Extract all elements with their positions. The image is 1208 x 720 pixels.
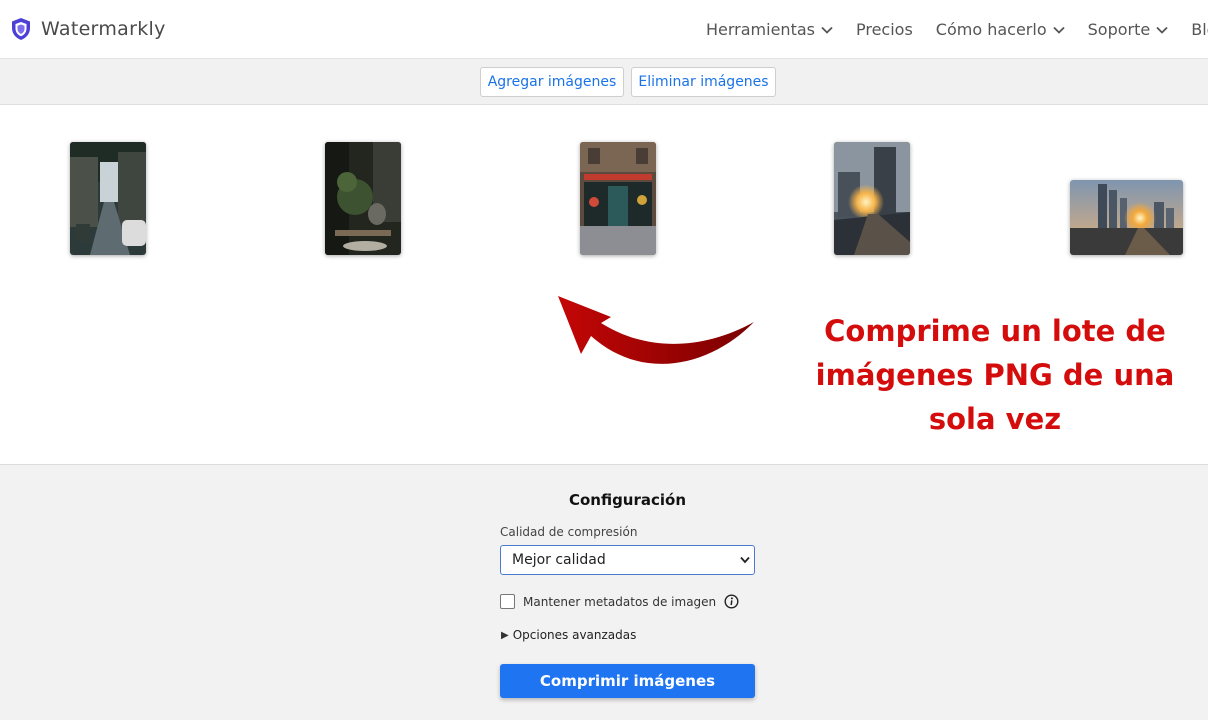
image-thumbnail-skyline[interactable]	[1070, 180, 1183, 255]
brand-name: Watermarkly	[41, 18, 166, 40]
nav-soporte[interactable]: Soporte	[1088, 20, 1169, 39]
skyline-photo	[1070, 180, 1183, 255]
quality-select-value: Mejor calidad	[512, 552, 606, 568]
chevron-down-icon	[1156, 26, 1168, 34]
image-thumbnail-sunset-city[interactable]	[834, 142, 910, 255]
nav-label: Herramientas	[706, 20, 815, 39]
chevron-down-icon	[1052, 26, 1065, 34]
chevron-down-icon	[821, 26, 833, 34]
site-header: Watermarkly Herramientas Precios Cómo ha…	[0, 0, 1208, 59]
curved-arrow-icon	[558, 296, 754, 364]
annotation-text: Comprime un lote de imágenes PNG de una …	[815, 314, 1175, 436]
add-images-button[interactable]: Agregar imágenes	[480, 67, 624, 97]
sunset-city-photo	[834, 142, 910, 255]
remove-images-button[interactable]: Eliminar imágenes	[631, 67, 776, 97]
metadata-option: Mantener metadatos de imagen	[500, 594, 739, 609]
image-thumbnail-storefront[interactable]	[580, 142, 656, 255]
metadata-checkbox[interactable]	[500, 594, 515, 609]
chevron-down-icon	[740, 556, 750, 564]
image-thumbnail-cafe[interactable]	[325, 142, 401, 255]
nav-label: Blog	[1191, 20, 1208, 39]
storefront-photo	[580, 142, 656, 255]
config-title: Configuración	[568, 491, 687, 509]
compress-images-button[interactable]: Comprimir imágenes	[500, 664, 755, 698]
brand-logo[interactable]: Watermarkly	[10, 17, 166, 41]
nav-como-hacerlo[interactable]: Cómo hacerlo	[936, 20, 1065, 39]
nav-label: Soporte	[1087, 20, 1151, 39]
advanced-options-toggle[interactable]: ▶ Opciones avanzadas	[501, 628, 636, 642]
image-toolbar: Agregar imágenes Eliminar imágenes	[0, 59, 1208, 105]
quality-label: Calidad de compresión	[500, 525, 638, 539]
advanced-options-label: Opciones avanzadas	[512, 628, 637, 642]
caret-right-icon: ▶	[501, 629, 509, 641]
quality-select[interactable]: Mejor calidad	[500, 545, 755, 575]
info-icon[interactable]	[724, 594, 739, 609]
street-photo	[70, 142, 146, 255]
nav-herramientas[interactable]: Herramientas	[706, 20, 833, 39]
nav-blog[interactable]: Blog	[1191, 20, 1208, 39]
nav-precios[interactable]: Precios	[856, 20, 913, 39]
main-nav: Herramientas Precios Cómo hacerlo Soport…	[706, 20, 1208, 39]
metadata-label: Mantener metadatos de imagen	[523, 594, 717, 609]
configuration-panel: Configuración Calidad de compresión Mejo…	[0, 464, 1208, 720]
shield-icon	[12, 18, 30, 40]
image-thumbnail-street[interactable]	[70, 142, 146, 255]
nav-label: Precios	[855, 20, 913, 39]
nav-label: Cómo hacerlo	[935, 20, 1047, 39]
cafe-photo	[325, 142, 401, 255]
